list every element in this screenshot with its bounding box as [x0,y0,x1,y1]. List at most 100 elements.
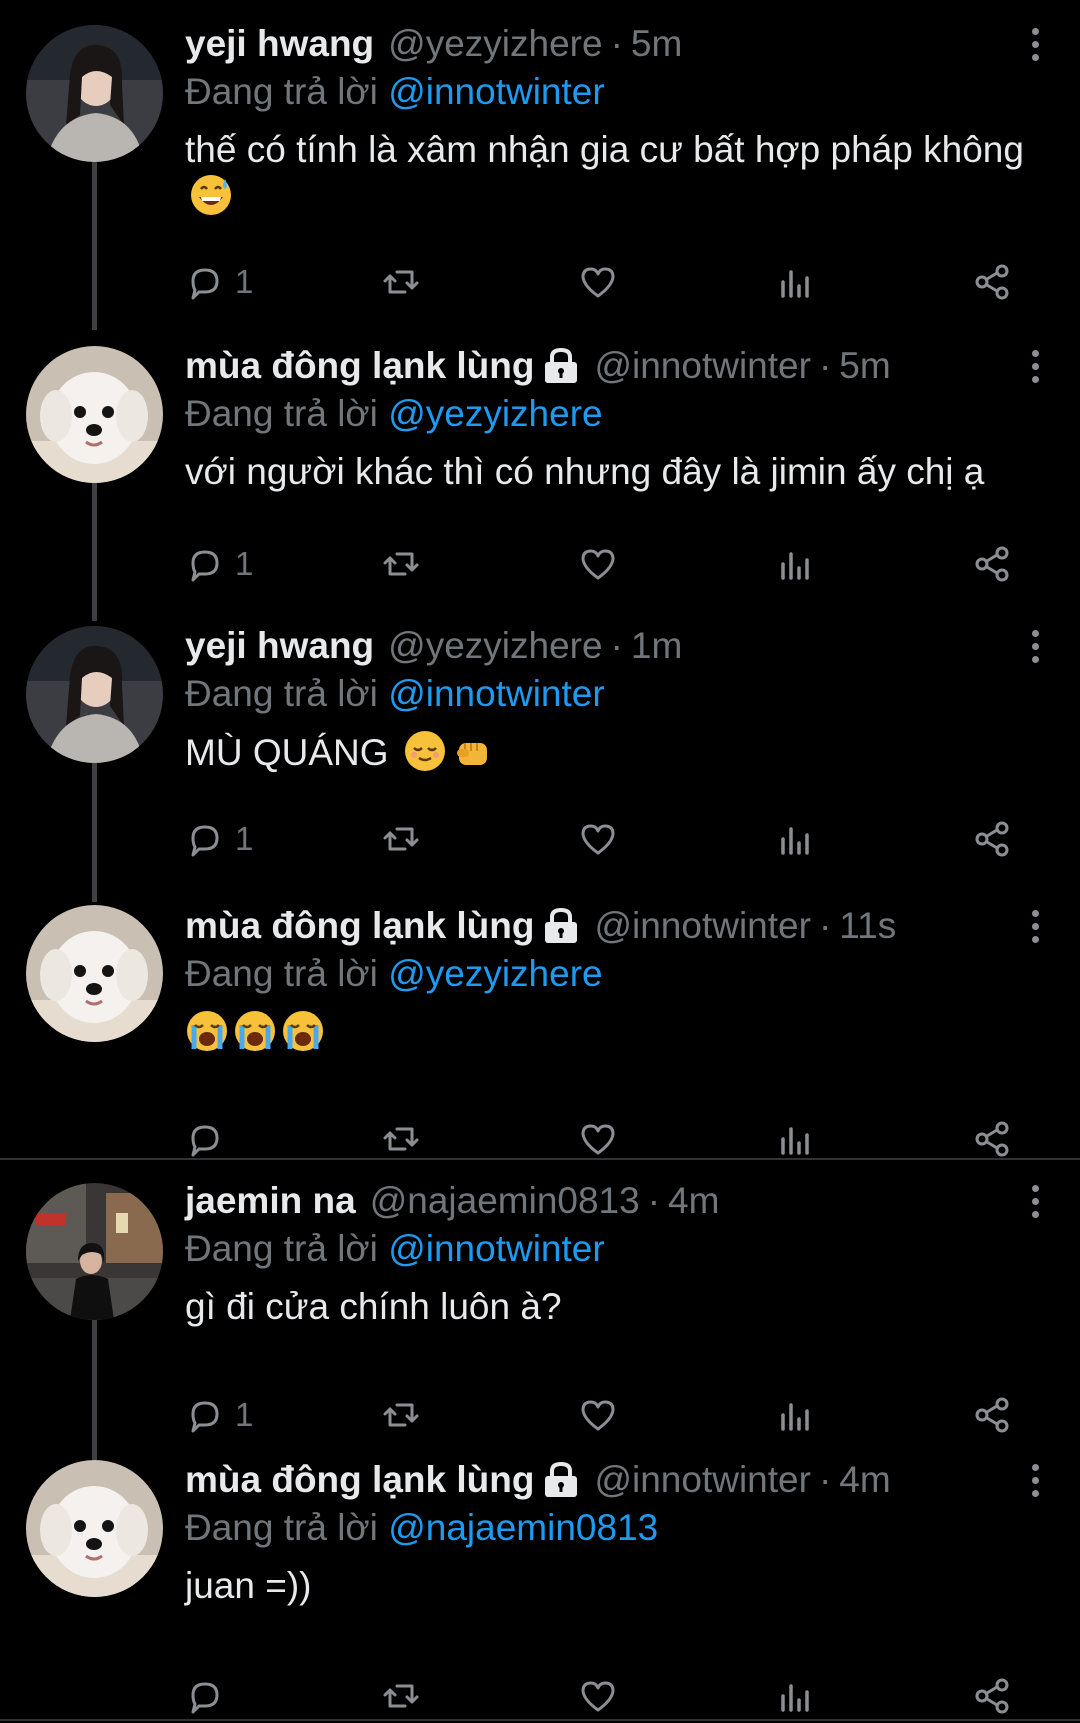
reply-count: 1 [235,545,254,582]
user-handle: @innotwinter [594,345,811,386]
retweet-button[interactable] [381,817,421,861]
mention-link[interactable]: @yezyizhere [388,393,602,434]
views-button[interactable] [775,1674,815,1718]
analytics-icon [781,827,809,855]
separator-dot: · [610,23,623,64]
reply-count: 1 [235,820,254,857]
views-button[interactable] [775,817,815,861]
more-options-icon[interactable] [1020,1178,1050,1224]
timestamp[interactable]: 5m [839,343,890,389]
share-button[interactable] [972,1117,1012,1161]
share-button[interactable] [972,542,1012,586]
tweet-text-body: MÙ QUÁNG [185,732,389,773]
avatar-winter[interactable] [26,1460,163,1597]
more-options-icon[interactable] [1020,623,1050,669]
reply-button[interactable] [185,1674,225,1718]
lock-icon [545,1461,578,1497]
display-name[interactable]: yeji hwang [185,21,374,67]
more-options-icon[interactable] [1020,343,1050,389]
retweet-button[interactable] [381,542,421,586]
relieved-face-emoji [403,729,447,773]
retweet-button[interactable] [381,1674,421,1718]
display-name[interactable]: mùa đông lạnk lùng [185,1457,534,1503]
display-name[interactable]: yeji hwang [185,623,374,669]
timestamp[interactable]: 11s [839,903,896,949]
user-handle: @yezyizhere [388,625,603,666]
avatar-winter[interactable] [26,346,163,483]
avatar-jaemin[interactable] [26,1183,163,1320]
timestamp[interactable]: 4m [839,1457,890,1503]
views-button[interactable] [775,1393,815,1437]
tweet-text [185,1009,1050,1056]
fist-emoji [451,729,495,773]
reply-button[interactable] [185,1117,225,1161]
lock-icon [545,907,578,943]
mention-link[interactable]: @innotwinter [388,673,605,714]
timestamp[interactable]: 1m [631,623,682,669]
timestamp[interactable]: 5m [631,21,682,67]
reply-button[interactable]: 1 [185,542,253,586]
retweet-button[interactable] [381,260,421,304]
display-name[interactable]: mùa đông lạnk lùng [185,903,534,949]
more-options-icon[interactable] [1020,1457,1050,1503]
retweet-button[interactable] [381,1393,421,1437]
tweet-text: thế có tính là xâm nhận gia cư bất hợp p… [185,127,1050,220]
retweet-icon [383,1127,419,1151]
avatar-yeji[interactable] [26,25,163,162]
bottom-divider [0,1719,1080,1721]
views-button[interactable] [775,260,815,304]
replying-to: Đang trả lời @innotwinter [185,1226,1050,1272]
like-button[interactable] [578,260,618,304]
replying-to-label: Đang trả lời [185,953,378,994]
mention-link[interactable]: @yezyizhere [388,953,602,994]
reply-button[interactable]: 1 [185,260,253,304]
like-button[interactable] [578,542,618,586]
mention-link[interactable]: @innotwinter [388,1228,605,1269]
thread-line [92,762,97,902]
reply-button[interactable]: 1 [185,1393,253,1437]
action-bar: 1 [185,1393,1015,1437]
reply-icon [191,550,219,582]
analytics-icon [781,552,809,580]
tweet-text: juan =)) [185,1563,1050,1609]
thread-line [92,481,97,621]
mention-link[interactable]: @najaemin0813 [388,1507,658,1548]
heart-icon [581,267,615,298]
replying-to: Đang trả lời @najaemin0813 [185,1505,1050,1551]
action-bar: 1 [185,542,1015,586]
analytics-icon [781,1403,809,1431]
reply-count: 1 [235,1396,254,1433]
avatar-yeji[interactable] [26,626,163,763]
display-name[interactable]: mùa đông lạnk lùng [185,343,534,389]
tweet-text: với người khác thì có nhưng đây là jimin… [185,449,1050,495]
share-button[interactable] [972,260,1012,304]
analytics-icon [781,1684,809,1712]
action-bar [185,1117,1015,1161]
retweet-icon [383,270,419,294]
like-button[interactable] [578,817,618,861]
views-button[interactable] [775,542,815,586]
heart-icon [581,1400,615,1431]
views-button[interactable] [775,1117,815,1161]
more-options-icon[interactable] [1020,903,1050,949]
like-button[interactable] [578,1674,618,1718]
reply-button[interactable]: 1 [185,817,253,861]
timestamp[interactable]: 4m [668,1178,719,1224]
reply-icon [191,268,219,300]
user-handle: @najaemin0813 [369,1180,640,1221]
like-button[interactable] [578,1117,618,1161]
share-button[interactable] [972,817,1012,861]
replying-to-label: Đang trả lời [185,1228,378,1269]
thread-line [92,158,97,330]
more-options-icon[interactable] [1020,21,1050,67]
display-name[interactable]: jaemin na [185,1178,356,1224]
avatar-winter[interactable] [26,905,163,1042]
retweet-button[interactable] [381,1117,421,1161]
heart-icon [581,1681,615,1712]
share-button[interactable] [972,1393,1012,1437]
share-button[interactable] [972,1674,1012,1718]
like-button[interactable] [578,1393,618,1437]
separator-dot: · [610,625,623,666]
tweet-text-body: gì đi cửa chính luôn à? [185,1286,562,1327]
mention-link[interactable]: @innotwinter [388,71,605,112]
